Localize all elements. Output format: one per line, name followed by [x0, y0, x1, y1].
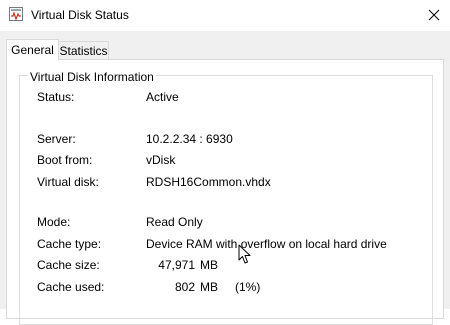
virtual-disk-label: Virtual disk: [37, 175, 99, 189]
cache-used-unit: MB [200, 280, 218, 294]
server-label: Server: [37, 132, 76, 146]
boot-from-label: Boot from: [37, 153, 93, 167]
tab-general[interactable]: General [6, 39, 59, 60]
cache-used-amount: 802 [174, 280, 195, 294]
cache-type-label: Cache type: [37, 237, 102, 251]
status-label: Status: [37, 90, 75, 104]
window-title: Virtual Disk Status [31, 8, 129, 22]
virtual-disk-value: RDSH16Common.vhdx [146, 175, 271, 189]
close-icon[interactable] [420, 2, 448, 28]
title-bar: Virtual Disk Status [0, 0, 450, 31]
cache-size-label: Cache size: [37, 258, 100, 272]
disk-status-icon [9, 7, 23, 21]
cache-used-label: Cache used: [37, 280, 105, 294]
boot-from-value: vDisk [146, 153, 176, 167]
cache-used-percent: (1%) [235, 280, 261, 294]
cache-size-unit: MB [200, 258, 218, 272]
mode-value: Read Only [146, 215, 203, 229]
mode-label: Mode: [37, 215, 71, 229]
server-value: 10.2.2.34 : 6930 [146, 132, 233, 146]
cache-type-value: Device RAM with overflow on local hard d… [146, 237, 387, 251]
tab-statistics[interactable]: Statistics [59, 41, 109, 60]
group-title: Virtual Disk Information [28, 70, 156, 84]
cache-size-amount: 47,971 [158, 258, 195, 272]
mouse-cursor-icon [238, 244, 251, 264]
status-value: Active [146, 90, 179, 104]
